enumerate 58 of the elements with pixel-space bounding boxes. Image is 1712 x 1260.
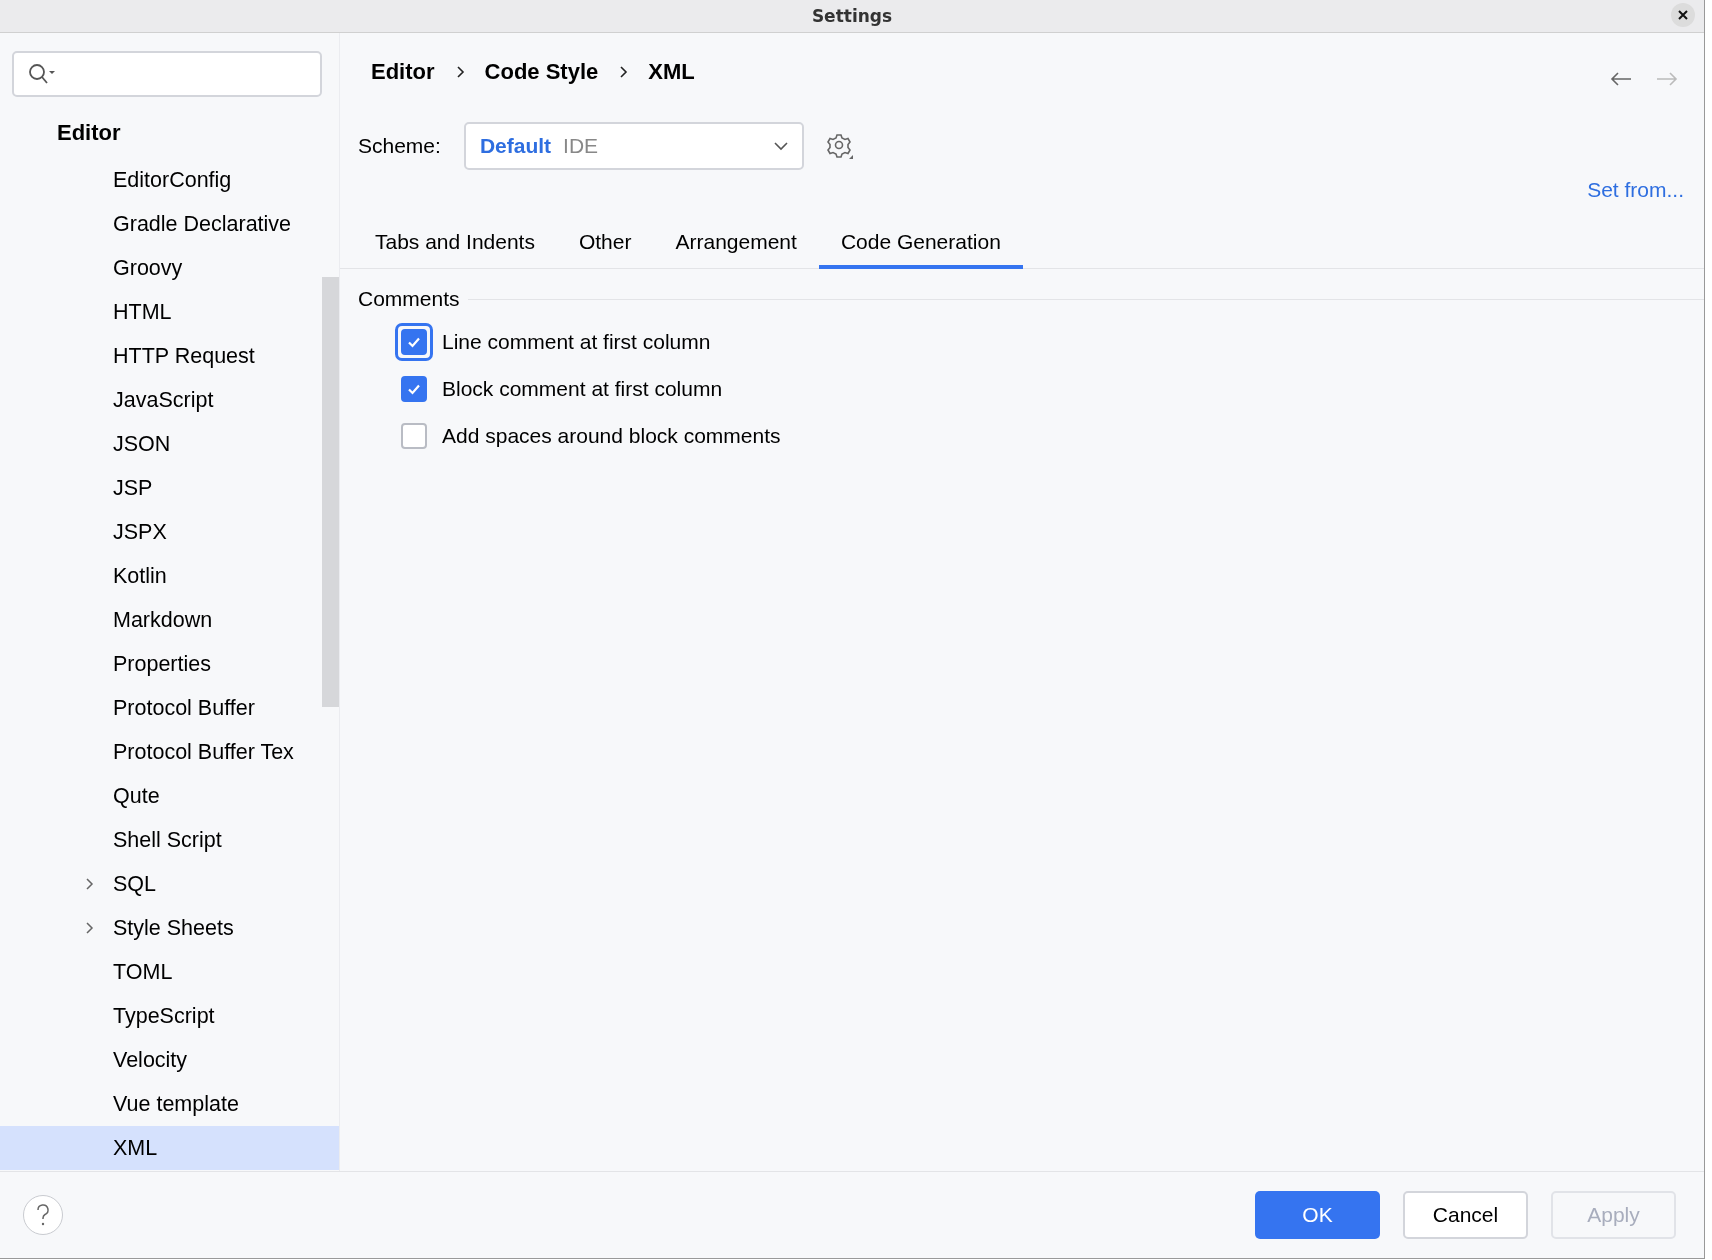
breadcrumb[interactable]: Code Style xyxy=(484,59,599,85)
tree-item[interactable]: JSPX xyxy=(0,510,322,554)
search-icon xyxy=(28,63,58,85)
tree-item[interactable]: TOML xyxy=(0,950,322,994)
tab[interactable]: Other xyxy=(556,222,654,269)
caret-icon xyxy=(773,141,788,151)
tree-item[interactable]: Style Sheets xyxy=(0,906,322,950)
chevron-icon[interactable] xyxy=(84,921,94,935)
gear-icon[interactable] xyxy=(825,132,854,160)
tab[interactable]: Code Generation xyxy=(818,222,1023,269)
question-mark-icon xyxy=(35,1203,51,1227)
chevron-icon[interactable] xyxy=(84,877,94,891)
group-title: Comments xyxy=(358,287,460,311)
checkbox[interactable] xyxy=(401,423,427,449)
tree-item[interactable]: Markdown xyxy=(0,598,322,642)
tree-item[interactable]: SQL xyxy=(0,862,322,906)
tree-item[interactable]: Velocity xyxy=(0,1038,322,1082)
tree-item[interactable]: Protocol Buffer Tex xyxy=(0,730,322,774)
tree-item[interactable]: Groovy xyxy=(0,246,322,290)
checkbox-label[interactable]: Block comment at first column xyxy=(442,377,723,401)
tree-item[interactable]: JavaScript xyxy=(0,378,322,422)
back-arrow-icon[interactable] xyxy=(1610,71,1632,87)
dialog-button[interactable]: Cancel xyxy=(1403,1191,1528,1239)
search-field[interactable] xyxy=(12,51,322,97)
checkbox-label[interactable]: Line comment at first column xyxy=(442,330,711,354)
close-icon xyxy=(1677,9,1689,21)
tab[interactable]: Tabs and Indents xyxy=(353,222,557,269)
breadcrumb[interactable]: Editor xyxy=(371,59,435,85)
tree-item[interactable]: Kotlin xyxy=(0,554,322,598)
checkbox[interactable] xyxy=(401,329,427,355)
chevron-icon xyxy=(454,65,465,79)
tree-item[interactable]: Shell Script xyxy=(0,818,322,862)
tree-item[interactable]: Qute xyxy=(0,774,322,818)
tree-item[interactable]: TypeScript xyxy=(0,994,322,1038)
help-button[interactable] xyxy=(23,1195,63,1235)
tree-section[interactable]: Editor xyxy=(57,120,121,146)
set-from-link[interactable]: Set from... xyxy=(1587,178,1684,202)
tree-item[interactable]: JSP xyxy=(0,466,322,510)
checkbox-label[interactable]: Add spaces around block comments xyxy=(442,424,781,448)
breadcrumb[interactable]: XML xyxy=(648,59,695,85)
tree-item[interactable]: EditorConfig xyxy=(0,158,322,202)
tree-item[interactable]: HTML xyxy=(0,290,322,334)
tree-item[interactable]: XML xyxy=(0,1126,339,1170)
tree-item[interactable]: HTTP Request xyxy=(0,334,322,378)
window-title: Settings xyxy=(811,6,893,26)
close-button[interactable] xyxy=(1671,3,1695,27)
tree-item[interactable]: Protocol Buffer xyxy=(0,686,322,730)
scheme-label: Scheme: xyxy=(358,134,441,158)
scrollbar-thumb[interactable] xyxy=(322,277,339,707)
tab[interactable]: Arrangement xyxy=(653,222,819,269)
dialog-button[interactable]: OK xyxy=(1255,1191,1380,1239)
tree-item[interactable]: JSON xyxy=(0,422,322,466)
tree-item[interactable]: Gradle Declarative xyxy=(0,202,322,246)
chevron-icon xyxy=(618,65,629,79)
tree-item[interactable]: Properties xyxy=(0,642,322,686)
checkbox[interactable] xyxy=(401,376,427,402)
scheme-dropdown[interactable]: Default IDE xyxy=(463,122,804,170)
tree-item[interactable]: Vue template xyxy=(0,1082,322,1126)
